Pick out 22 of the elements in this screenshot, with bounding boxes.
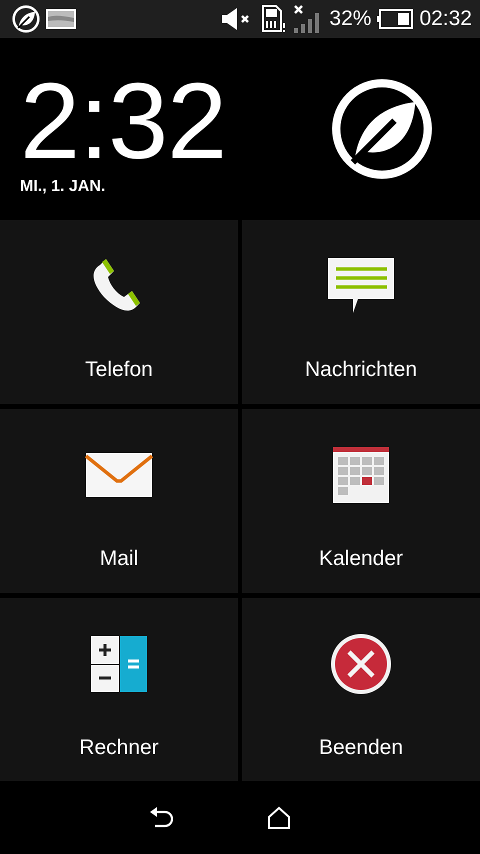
calendar-icon: [332, 446, 390, 504]
app-tile[interactable]: Kalender: [242, 409, 480, 593]
leaf-logo-icon: [330, 77, 434, 181]
back-button[interactable]: [149, 806, 175, 828]
battery-percentage: 32%: [329, 7, 372, 31]
app-tile[interactable]: Beenden: [242, 598, 480, 781]
clock-time: 2:32: [20, 66, 228, 176]
app-tile[interactable]: Telefon: [0, 220, 238, 404]
sim-card-icon: [261, 5, 288, 33]
close-icon: [329, 632, 393, 696]
app-tile[interactable]: Mail: [0, 409, 238, 593]
app-tile[interactable]: Rechner: [0, 598, 238, 781]
app-tile[interactable]: Nachrichten: [242, 220, 480, 404]
battery-icon: [377, 9, 414, 29]
status-time: 02:32: [419, 7, 472, 31]
message-bubble-icon: [327, 257, 395, 315]
image-icon: [46, 9, 76, 29]
envelope-icon: [85, 452, 153, 498]
calculator-icon: [91, 636, 147, 692]
date-label: MI., 1. JAN.: [20, 178, 106, 196]
leaf-icon: [12, 5, 40, 33]
home-button[interactable]: [267, 806, 291, 830]
